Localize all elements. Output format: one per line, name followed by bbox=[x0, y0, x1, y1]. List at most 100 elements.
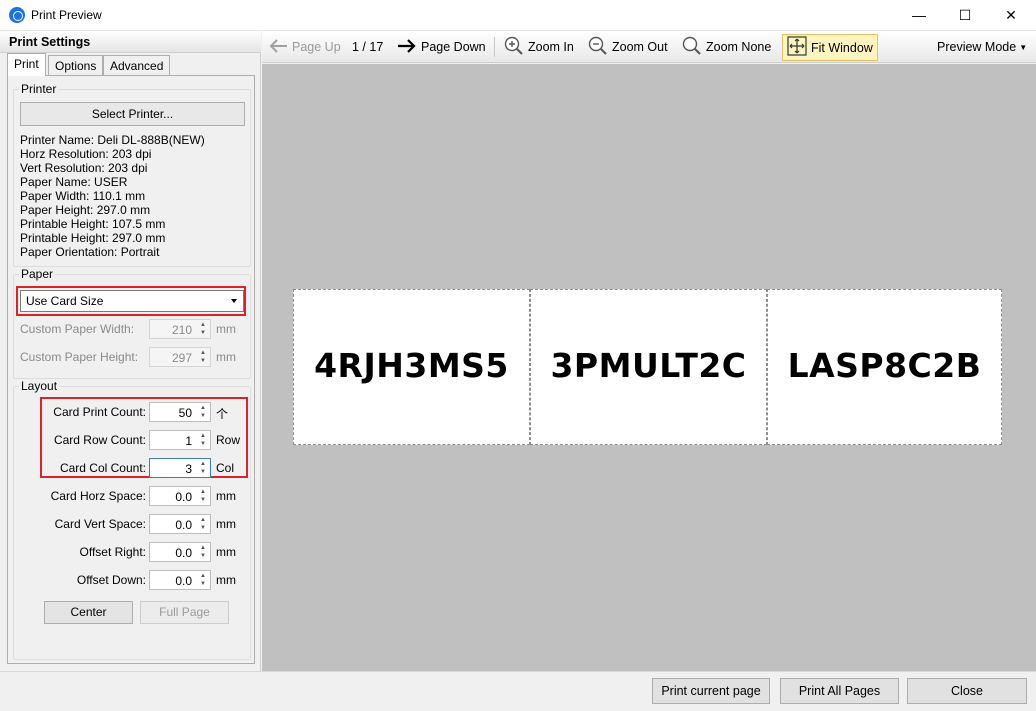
title-bar: Print Preview — ☐ ✕ bbox=[0, 0, 1036, 31]
close-window-button[interactable]: ✕ bbox=[988, 0, 1034, 31]
tab-advanced[interactable]: Advanced bbox=[103, 55, 171, 76]
toolbar-separator bbox=[494, 37, 495, 57]
layout-group-title: Layout bbox=[19, 379, 60, 393]
fit-window-button[interactable]: Fit Window bbox=[782, 34, 878, 61]
card-horz-space-value: 0.0 bbox=[175, 490, 192, 504]
paper-group: Paper Use Card Size Custom Paper Width: … bbox=[13, 267, 251, 379]
zoom-out-button[interactable]: Zoom Out bbox=[588, 31, 668, 63]
magnifier-icon bbox=[682, 36, 702, 59]
print-settings-panel: Print Settings Print Options Advanced Pr… bbox=[0, 31, 261, 671]
fit-window-label: Fit Window bbox=[811, 40, 873, 55]
paper-size-dropdown[interactable]: Use Card Size bbox=[20, 290, 244, 312]
arrow-right-icon bbox=[397, 38, 417, 57]
custom-width-value: 210 bbox=[171, 323, 192, 337]
spinner-arrows-icon[interactable]: ▲ ▼ bbox=[197, 516, 209, 532]
card-horz-space-spinner[interactable]: 0.0 ▲ ▼ bbox=[149, 486, 211, 506]
printable-height-info: Printable Height: 107.5 mm bbox=[20, 217, 166, 231]
print-current-page-button[interactable]: Print current page bbox=[652, 678, 770, 704]
select-printer-button[interactable]: Select Printer... bbox=[20, 102, 245, 126]
card-vert-space-label: Card Vert Space: bbox=[54, 517, 146, 531]
arrow-left-icon bbox=[268, 38, 288, 57]
settings-header: Print Settings bbox=[0, 31, 261, 53]
printer-name-info: Printer Name: Deli DL-888B(NEW) bbox=[20, 133, 205, 147]
dropdown-arrow-icon: ▼ bbox=[1019, 42, 1028, 52]
custom-width-unit: mm bbox=[216, 322, 236, 336]
spinner-arrows-icon[interactable]: ▲ ▼ bbox=[197, 488, 209, 504]
card-print-count-spinner[interactable]: 50 ▲ ▼ bbox=[149, 402, 211, 422]
bottom-bar: Print current page Print All Pages Close bbox=[0, 671, 1036, 711]
custom-height-unit: mm bbox=[216, 350, 236, 364]
preview-mode-dropdown[interactable]: Preview Mode ▼ bbox=[937, 31, 1027, 63]
card-vert-space-spinner[interactable]: 0.0 ▲ ▼ bbox=[149, 514, 211, 534]
card-code: 4RJH3MS5 bbox=[314, 346, 509, 385]
minimize-button[interactable]: — bbox=[896, 0, 942, 31]
custom-height-spinner[interactable]: 297 ▲ ▼ bbox=[149, 347, 211, 367]
card-col-count-spinner[interactable]: 3 ▲ ▼ bbox=[149, 458, 211, 478]
card-horz-space-label: Card Horz Space: bbox=[50, 489, 146, 503]
paper-height-info: Paper Height: 297.0 mm bbox=[20, 203, 151, 217]
horz-resolution-info: Horz Resolution: 203 dpi bbox=[20, 147, 152, 161]
card-preview: 4RJH3MS5 bbox=[293, 289, 530, 445]
zoom-out-icon bbox=[588, 36, 608, 59]
close-button[interactable]: Close bbox=[907, 678, 1027, 704]
fit-window-icon bbox=[787, 36, 807, 59]
card-col-count-label: Card Col Count: bbox=[59, 461, 146, 475]
custom-width-spinner[interactable]: 210 ▲ ▼ bbox=[149, 319, 211, 339]
app-icon bbox=[9, 7, 25, 23]
zoom-none-button[interactable]: Zoom None bbox=[682, 31, 771, 63]
paper-name-info: Paper Name: USER bbox=[20, 175, 128, 189]
offset-right-label: Offset Right: bbox=[79, 545, 146, 559]
card-row-count-spinner[interactable]: 1 ▲ ▼ bbox=[149, 430, 211, 450]
card-vert-space-unit: mm bbox=[216, 517, 236, 531]
full-page-button[interactable]: Full Page bbox=[140, 601, 229, 624]
offset-down-label: Offset Down: bbox=[76, 573, 146, 587]
center-button[interactable]: Center bbox=[44, 601, 133, 624]
offset-down-spinner[interactable]: 0.0 ▲ ▼ bbox=[149, 570, 211, 590]
card-code: LASP8C2B bbox=[787, 346, 982, 385]
print-tab-body: Printer Select Printer... Printer Name: … bbox=[7, 75, 255, 664]
card-col-count-unit: Col bbox=[216, 461, 235, 475]
print-all-pages-button[interactable]: Print All Pages bbox=[780, 678, 899, 704]
spinner-arrows-icon[interactable]: ▲ ▼ bbox=[197, 460, 209, 476]
card-horz-space-unit: mm bbox=[216, 489, 236, 503]
card-print-count-label: Card Print Count: bbox=[53, 405, 146, 419]
settings-title: Print Settings bbox=[9, 35, 91, 49]
preview-page: 4RJH3MS5 3PMULT2C LASP8C2B bbox=[293, 289, 1002, 445]
spinner-arrows-icon[interactable]: ▲ ▼ bbox=[197, 544, 209, 560]
spinner-arrows-icon[interactable]: ▲ ▼ bbox=[197, 349, 209, 365]
page-up-button[interactable]: Page Up bbox=[268, 31, 341, 63]
custom-height-label: Custom Paper Height: bbox=[20, 350, 139, 364]
spinner-arrows-icon[interactable]: ▲ ▼ bbox=[197, 321, 209, 337]
preview-area[interactable]: 4RJH3MS5 3PMULT2C LASP8C2B bbox=[262, 64, 1036, 671]
zoom-in-button[interactable]: Zoom In bbox=[504, 31, 574, 63]
card-row-count-unit: Row bbox=[216, 433, 241, 447]
zoom-in-icon bbox=[504, 36, 524, 59]
page-down-button[interactable]: Page Down bbox=[397, 31, 486, 63]
spinner-arrows-icon[interactable]: ▲ ▼ bbox=[197, 432, 209, 448]
card-vert-space-value: 0.0 bbox=[175, 518, 192, 532]
offset-right-spinner[interactable]: 0.0 ▲ ▼ bbox=[149, 542, 211, 562]
window-title: Print Preview bbox=[31, 8, 102, 22]
zoom-out-label: Zoom Out bbox=[612, 40, 668, 54]
preview-toolbar: Page Up 1 / 17 Page Down Zoom In Zoom Ou… bbox=[262, 31, 1036, 63]
vert-resolution-info: Vert Resolution: 203 dpi bbox=[20, 161, 148, 175]
maximize-button[interactable]: ☐ bbox=[942, 0, 988, 31]
zoom-none-label: Zoom None bbox=[706, 40, 772, 54]
spinner-arrows-icon[interactable]: ▲ ▼ bbox=[197, 572, 209, 588]
card-print-count-value: 50 bbox=[178, 406, 192, 420]
spinner-arrows-icon[interactable]: ▲ ▼ bbox=[197, 404, 209, 420]
tab-options[interactable]: Options bbox=[48, 55, 104, 76]
paper-width-info: Paper Width: 110.1 mm bbox=[20, 189, 146, 203]
custom-height-value: 297 bbox=[171, 351, 192, 365]
card-preview: LASP8C2B bbox=[767, 289, 1002, 445]
card-row-count-value: 1 bbox=[185, 434, 192, 448]
offset-right-value: 0.0 bbox=[175, 546, 192, 560]
preview-mode-label: Preview Mode bbox=[937, 40, 1017, 54]
layout-group: Layout Card Print Count: 50 ▲ ▼ 个 Card Ro… bbox=[13, 379, 251, 660]
paper-orientation-info: Paper Orientation: Portrait bbox=[20, 245, 160, 259]
card-col-count-value: 3 bbox=[185, 462, 192, 476]
paper-group-title: Paper bbox=[19, 267, 56, 281]
page-down-label: Page Down bbox=[421, 40, 486, 54]
tab-print[interactable]: Print bbox=[7, 53, 46, 76]
printer-group: Printer Select Printer... Printer Name: … bbox=[13, 82, 251, 267]
